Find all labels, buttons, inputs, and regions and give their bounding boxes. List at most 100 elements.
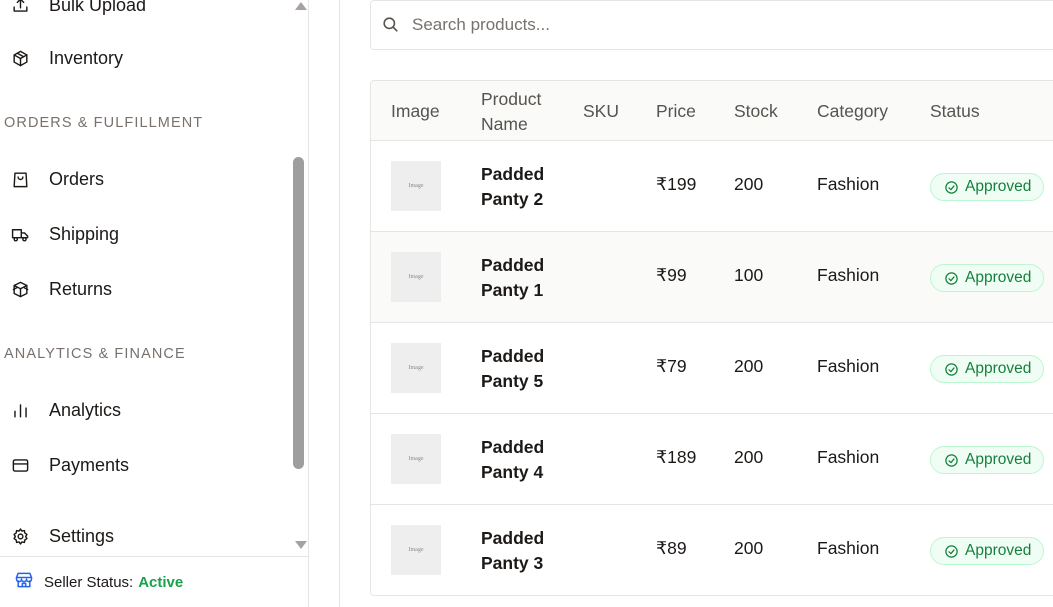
sidebar-item-settings[interactable]: Settings [8,516,280,556]
sidebar-item-label: Returns [49,278,113,299]
column-header-product-name-line1: Product [481,89,542,109]
sidebar-item-shipping[interactable]: Shipping [8,214,280,254]
sidebar-item-label: Bulk Upload [49,0,147,15]
sidebar-item-label: Orders [49,168,105,189]
status-badge: Approved [930,537,1044,565]
store-icon [14,570,34,595]
bar-chart-icon [9,399,31,421]
status-badge-label: Approved [965,451,1032,468]
upload-icon [9,0,31,16]
column-header-sku[interactable]: SKU [583,99,619,124]
scrollbar-thumb[interactable] [293,157,304,469]
column-header-price[interactable]: Price [656,99,696,124]
status-badge-label: Approved [965,542,1032,559]
product-category: Fashion [817,265,880,285]
seller-status-bar: Seller Status: Active [0,556,308,607]
scroll-up-arrow-icon[interactable] [295,2,307,10]
product-stock: 200 [734,356,764,376]
product-name-line1: Padded [481,346,545,366]
product-name-line1: Padded [481,164,545,184]
sidebar-item-inventory[interactable]: Inventory [8,38,280,78]
table-header: Image Product Name SKU Price Stock Categ… [371,81,1053,141]
main-content: Image Product Name SKU Price Stock Categ… [309,0,1053,607]
product-price: ₹189 [656,447,697,467]
table-row[interactable]: Image Padded Panty 5 ₹79 200 Fashion App… [371,323,1053,414]
product-name-line2: Panty 3 [481,553,544,573]
product-name: Padded Panty 2 [481,162,571,212]
check-circle-icon [945,544,958,558]
product-image-placeholder: Image [391,525,441,575]
product-image-placeholder: Image [391,343,441,393]
product-name-line1: Padded [481,528,545,548]
column-header-product-name[interactable]: Product Name [481,87,541,137]
check-circle-icon [945,362,958,376]
column-header-image[interactable]: Image [391,99,440,124]
products-table: Image Product Name SKU Price Stock Categ… [370,80,1053,596]
product-name-line2: Panty 4 [481,462,544,482]
product-category: Fashion [817,174,880,194]
sidebar-item-analytics[interactable]: Analytics [8,390,280,430]
product-image-placeholder: Image [391,161,441,211]
status-badge: Approved [930,355,1044,383]
seller-dashboard: Bulk Upload Inventory ORDERS & FULFILLME… [0,0,1053,607]
gear-icon [9,525,31,547]
sidebar-item-label: Payments [49,454,130,475]
section-heading-orders: ORDERS & FULFILLMENT [4,115,204,131]
product-stock: 100 [734,265,764,285]
check-circle-icon [945,271,958,285]
shopping-bag-icon [9,168,31,190]
check-circle-icon [945,180,958,194]
sidebar-scrollbar[interactable] [290,0,308,556]
product-name: Padded Panty 1 [481,253,571,303]
status-badge: Approved [930,264,1044,292]
content-gutter [309,0,340,607]
sidebar-item-bulk-upload[interactable]: Bulk Upload [8,0,280,25]
column-header-product-name-line2: Name [481,114,528,134]
status-badge-label: Approved [965,178,1032,195]
table-row[interactable]: Image Padded Panty 3 ₹89 200 Fashion App… [371,505,1053,595]
product-stock: 200 [734,174,764,194]
search-bar[interactable] [370,0,1053,50]
product-name: Padded Panty 3 [481,526,571,576]
scroll-down-arrow-icon[interactable] [295,541,307,549]
return-box-icon [9,278,31,300]
product-name: Padded Panty 4 [481,435,571,485]
product-price: ₹199 [656,174,697,194]
product-name-line1: Padded [481,255,545,275]
product-stock: 200 [734,447,764,467]
sidebar-item-orders[interactable]: Orders [8,159,280,199]
status-badge-label: Approved [965,360,1032,377]
product-image-placeholder: Image [391,252,441,302]
sidebar-item-label: Inventory [49,47,124,68]
column-header-status[interactable]: Status [930,99,980,124]
product-category: Fashion [817,356,880,376]
check-circle-icon [945,453,958,467]
seller-status-value: Active [138,573,184,591]
truck-icon [9,223,31,245]
table-row[interactable]: Image Padded Panty 4 ₹189 200 Fashion Ap… [371,414,1053,505]
status-badge: Approved [930,446,1044,474]
product-price: ₹89 [656,538,687,558]
sidebar-item-payments[interactable]: Payments [8,445,280,485]
search-input[interactable] [412,15,1012,35]
column-header-stock[interactable]: Stock [734,99,778,124]
product-price: ₹99 [656,265,687,285]
product-name-line2: Panty 5 [481,371,544,391]
table-row[interactable]: Image Padded Panty 1 ₹99 100 Fashion App… [371,232,1053,323]
seller-status-label: Seller Status: [44,573,134,591]
column-header-category[interactable]: Category [817,99,888,124]
table-row[interactable]: Image Padded Panty 2 ₹199 200 Fashion Ap… [371,141,1053,232]
sidebar-item-label: Shipping [49,223,120,244]
product-name-line2: Panty 1 [481,280,544,300]
box-icon [9,47,31,69]
status-badge: Approved [930,173,1044,201]
section-heading-analytics: ANALYTICS & FINANCE [4,346,186,362]
status-badge-label: Approved [965,269,1032,286]
product-image-placeholder: Image [391,434,441,484]
credit-card-icon [9,454,31,476]
sidebar: Bulk Upload Inventory ORDERS & FULFILLME… [0,0,309,607]
product-category: Fashion [817,538,880,558]
product-name-line1: Padded [481,437,545,457]
sidebar-item-returns[interactable]: Returns [8,269,280,309]
product-price: ₹79 [656,356,687,376]
